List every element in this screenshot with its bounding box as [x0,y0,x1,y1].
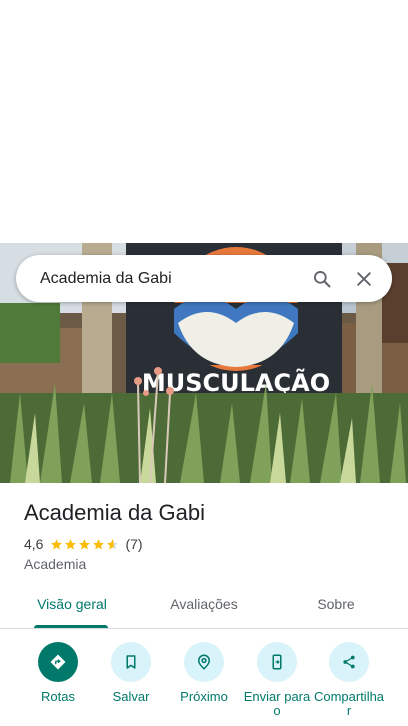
active-tab-indicator [34,625,108,628]
search-icon[interactable] [312,269,332,289]
save-button[interactable]: Salvar [94,640,168,704]
search-input[interactable]: Academia da Gabi [40,270,312,288]
place-category: Academia [24,556,87,572]
nearby-icon [197,654,211,670]
close-icon[interactable] [354,269,374,289]
star-full-icon [51,538,63,549]
save-label: Salvar [112,689,150,704]
star-full-icon [93,538,105,549]
search-bar[interactable]: Academia da Gabi [16,255,392,302]
send-to-phone-button[interactable]: Enviar para o [240,640,314,718]
share-button[interactable]: Compartilha r [312,640,386,718]
rating-value: 4,6 [24,536,44,552]
star-full-icon [65,538,77,549]
map-area [0,0,408,243]
tab-reviews[interactable]: Avaliações [162,596,246,612]
rating-row[interactable]: 4,6 (7) [24,536,143,552]
directions-icon [50,654,66,670]
review-count[interactable]: (7) [125,536,142,552]
place-title: Academia da Gabi [24,500,205,525]
nearby-button[interactable]: Próximo [167,640,241,704]
directions-button-circle[interactable] [38,642,78,682]
bookmark-icon [126,655,136,669]
tab-bar: Visão geral Avaliações Sobre [0,586,408,629]
star-half-icon [107,538,119,549]
star-full-icon [79,538,91,549]
directions-label: Rotas [41,689,75,704]
share-label: Compartilha r [313,689,385,718]
send-to-phone-icon [272,654,282,670]
save-button-circle[interactable] [111,642,151,682]
tab-overview[interactable]: Visão geral [34,596,110,612]
nearby-button-circle[interactable] [184,642,224,682]
share-button-circle[interactable] [329,642,369,682]
send-to-phone-button-circle[interactable] [257,642,297,682]
rating-stars [50,538,120,551]
send-to-phone-label: Enviar para o [243,689,311,718]
tab-about[interactable]: Sobre [306,596,366,612]
share-icon [343,655,355,669]
nearby-label: Próximo [180,689,228,704]
directions-button[interactable]: Rotas [21,640,95,704]
action-bar: Rotas Salvar Próximo Enviar para o Compa… [0,640,408,726]
